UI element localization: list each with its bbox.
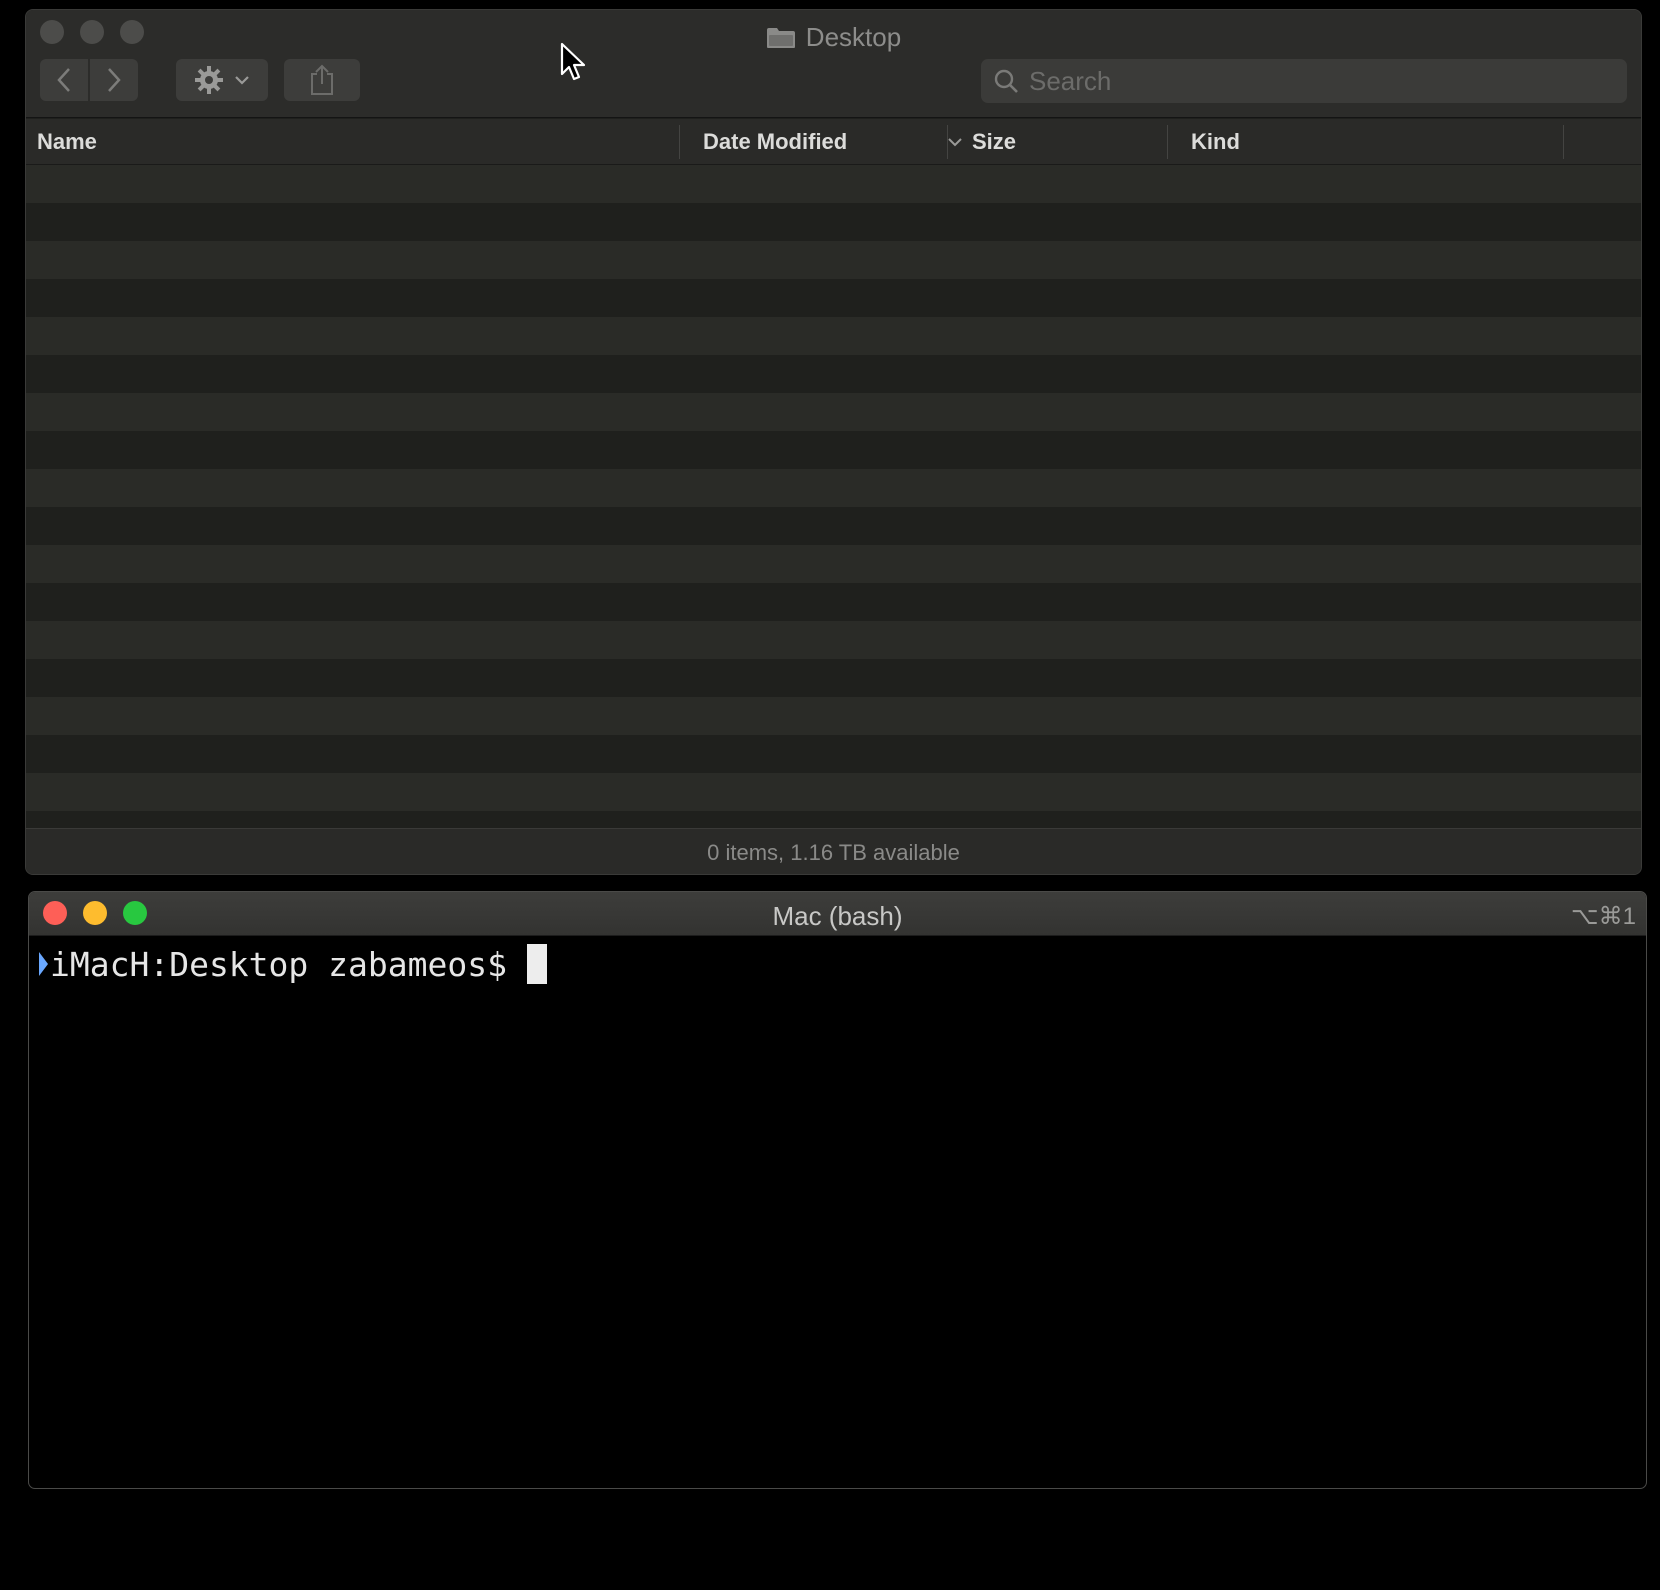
sort-chevron-down-icon <box>948 138 962 147</box>
column-name-label: Name <box>37 129 97 154</box>
forward-button[interactable] <box>90 59 138 101</box>
terminal-shortcut: ⌥⌘1 <box>1570 903 1636 930</box>
finder-window-title: Desktop <box>26 22 1641 53</box>
column-header-row: Name Date Modified Size Kind <box>26 119 1641 165</box>
folder-icon <box>766 27 795 48</box>
column-name-header[interactable]: Name <box>37 119 97 165</box>
chevron-down-icon <box>235 76 249 85</box>
terminal-window: Mac (bash) ⌥⌘1 iMacH:Desktop zabameos$ <box>28 891 1647 1489</box>
terminal-titlebar[interactable]: Mac (bash) ⌥⌘1 <box>29 892 1646 936</box>
search-input[interactable] <box>1029 65 1609 97</box>
prompt-marker-icon <box>39 952 48 976</box>
terminal-title: Mac (bash) <box>772 901 903 931</box>
column-divider[interactable] <box>947 125 948 159</box>
terminal-content[interactable]: iMacH:Desktop zabameos$ <box>29 936 1646 986</box>
back-button[interactable] <box>40 59 88 101</box>
column-size-header[interactable]: Size <box>972 119 1016 165</box>
search-icon <box>994 69 1018 93</box>
share-button[interactable] <box>284 59 360 101</box>
finder-window: Desktop Search Name Date Modified Size K… <box>25 9 1642 875</box>
file-list[interactable] <box>26 165 1641 821</box>
column-divider[interactable] <box>1563 125 1564 159</box>
action-menu-button[interactable] <box>176 59 268 101</box>
finder-title-text: Desktop <box>805 22 902 52</box>
column-divider[interactable] <box>679 125 680 159</box>
status-text: 0 items, 1.16 TB available <box>707 839 960 865</box>
chevron-right-icon <box>108 68 121 92</box>
chevron-left-icon <box>57 68 70 92</box>
finder-titlebar[interactable]: Desktop <box>26 10 1641 118</box>
mouse-pointer-icon <box>560 42 586 81</box>
column-kind-header[interactable]: Kind <box>1191 119 1240 165</box>
search-field[interactable] <box>981 59 1627 103</box>
column-kind-label: Kind <box>1191 129 1240 154</box>
gear-icon <box>195 66 223 94</box>
column-size-label: Size <box>972 129 1017 154</box>
column-date-modified-header[interactable]: Date Modified <box>703 119 963 165</box>
column-divider[interactable] <box>1167 125 1168 159</box>
share-icon <box>311 64 333 95</box>
shell-prompt: iMacH:Desktop zabameos$ <box>50 944 507 984</box>
text-cursor <box>526 944 547 984</box>
finder-status-bar: 0 items, 1.16 TB available <box>26 828 1641 874</box>
column-date-modified-label: Date Modified <box>703 129 848 154</box>
